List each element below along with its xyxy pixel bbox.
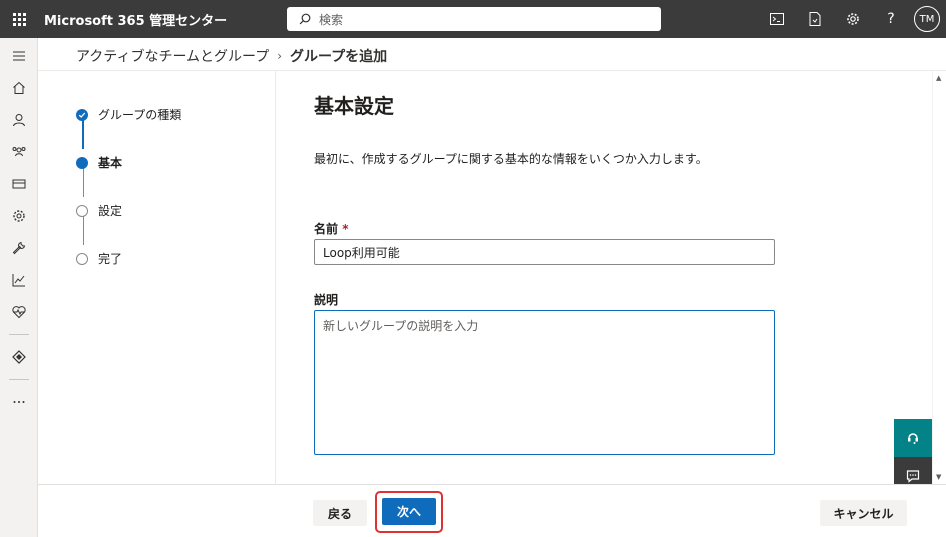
nav-menu-toggle[interactable] — [0, 40, 38, 72]
top-bar: Microsoft 365 管理センター 検索 ? TM — [0, 0, 946, 38]
scroll-up-icon[interactable]: ▲ — [936, 74, 941, 82]
nav-divider — [8, 379, 29, 380]
step-settings[interactable]: 設定 — [76, 202, 122, 219]
nav-settings[interactable] — [0, 200, 38, 232]
description-label: 説明 — [314, 293, 339, 307]
back-button[interactable]: 戻る — [313, 500, 367, 526]
wizard-footer: 戻る 次へ キャンセル — [38, 484, 946, 537]
required-mark: * — [342, 222, 349, 236]
nav-more[interactable] — [0, 386, 38, 418]
document-button[interactable] — [796, 0, 834, 38]
search-box[interactable]: 検索 — [287, 7, 661, 31]
nav-billing[interactable] — [0, 168, 38, 200]
name-label: 名前 * — [314, 220, 348, 237]
breadcrumb-current: グループを追加 — [290, 49, 388, 65]
content-scrollbar[interactable]: ▲ ▼ — [932, 71, 946, 484]
nav-setup[interactable] — [0, 232, 38, 264]
scroll-down-icon[interactable]: ▼ — [936, 473, 941, 481]
nav-teams-groups[interactable] — [0, 136, 38, 168]
terminal-button[interactable] — [758, 0, 796, 38]
header-actions: ? TM — [758, 0, 946, 38]
name-field[interactable] — [314, 239, 775, 265]
breadcrumb-parent-link[interactable]: アクティブなチームとグループ — [76, 46, 269, 66]
wrench-icon — [12, 241, 26, 255]
step-basics[interactable]: 基本 — [76, 154, 122, 171]
chat-icon — [906, 470, 920, 483]
group-icon — [12, 147, 26, 157]
left-nav-rail — [0, 38, 38, 537]
step-label: グループの種類 — [98, 108, 182, 122]
nav-health[interactable] — [0, 296, 38, 328]
step-label: 基本 — [98, 156, 123, 170]
description-field[interactable] — [314, 310, 775, 455]
avatar[interactable]: TM — [914, 6, 940, 32]
question-icon: ? — [887, 11, 895, 27]
form-description: 最初に、作成するグループに関する基本的な情報をいくつか入力します。 — [314, 152, 708, 166]
admin-centers-icon — [12, 350, 26, 364]
breadcrumb: アクティブなチームとグループ › グループを追加 — [76, 46, 387, 66]
step-group-type[interactable]: グループの種類 — [76, 106, 181, 123]
headset-icon — [908, 433, 918, 444]
step-connector — [82, 119, 84, 149]
more-icon — [13, 401, 25, 403]
credit-card-icon — [12, 179, 26, 189]
search-icon — [299, 13, 311, 25]
document-icon — [809, 12, 821, 26]
home-icon — [13, 81, 25, 94]
settings-button[interactable] — [834, 0, 872, 38]
terminal-icon — [770, 13, 784, 25]
nav-home[interactable] — [0, 72, 38, 104]
step-label: 完了 — [98, 252, 123, 266]
step-connector — [82, 167, 84, 197]
chevron-right-icon: › — [277, 49, 283, 63]
name-label-text: 名前 — [314, 222, 339, 236]
step-finish[interactable]: 完了 — [76, 250, 122, 267]
checkmark-icon — [76, 108, 88, 121]
app-title[interactable]: Microsoft 365 管理センター — [44, 10, 227, 29]
help-support-button[interactable] — [894, 419, 932, 457]
step-label: 設定 — [98, 204, 123, 218]
heart-pulse-icon — [12, 306, 26, 319]
nav-reports[interactable] — [0, 264, 38, 296]
help-button[interactable]: ? — [872, 0, 910, 38]
pending-step-icon — [76, 204, 88, 217]
nav-divider — [8, 334, 29, 335]
current-step-icon — [76, 156, 88, 169]
nav-admin-centers[interactable] — [0, 341, 38, 373]
page-title: 基本設定 — [314, 94, 394, 118]
nav-users[interactable] — [0, 104, 38, 136]
line-chart-icon — [12, 274, 25, 287]
cancel-button[interactable]: キャンセル — [820, 500, 907, 526]
gear-icon — [13, 210, 25, 222]
hamburger-icon — [13, 51, 25, 61]
gear-icon — [847, 13, 859, 25]
next-button[interactable]: 次へ — [382, 498, 436, 525]
step-connector — [82, 215, 84, 245]
search-placeholder: 検索 — [319, 12, 344, 27]
user-icon — [13, 114, 25, 127]
pending-step-icon — [76, 252, 88, 265]
waffle-icon — [12, 12, 26, 26]
app-launcher-button[interactable] — [0, 0, 38, 38]
wizard-steps: グループの種類 基本 設定 完了 — [38, 71, 276, 484]
